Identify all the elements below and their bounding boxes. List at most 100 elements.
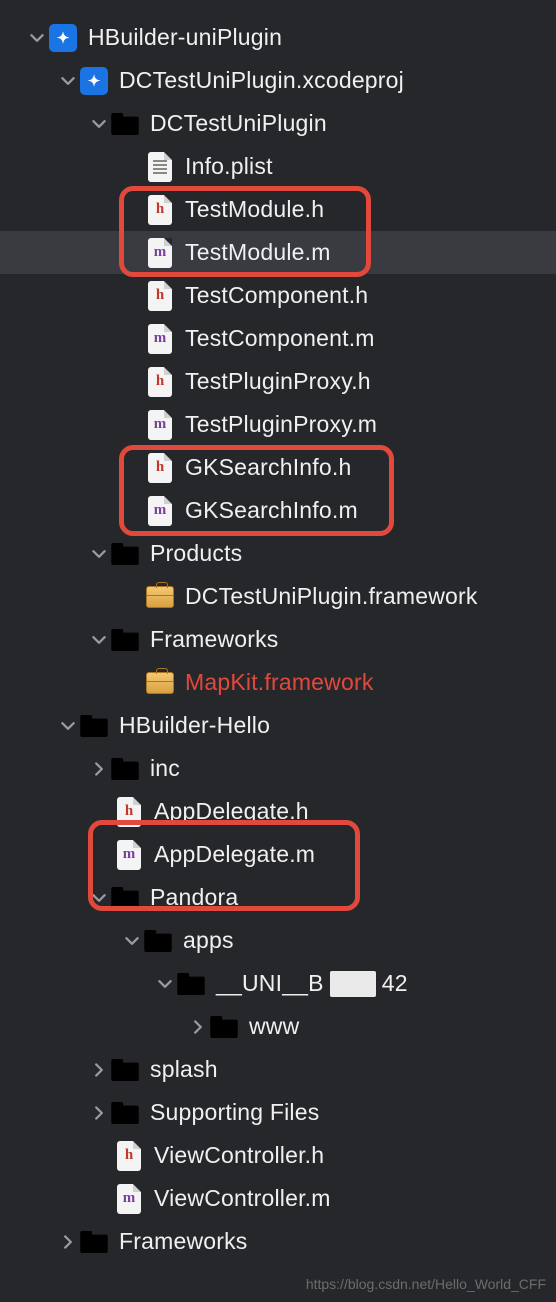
framework-icon — [145, 668, 175, 698]
tree-label: GKSearchInfo.m — [185, 497, 358, 524]
tree-label: MapKit.framework — [185, 669, 374, 696]
folder-icon — [209, 1012, 239, 1042]
tree-row-testcomponent-m[interactable]: m TestComponent.m — [0, 317, 556, 360]
folder-icon — [110, 625, 140, 655]
tree-row-pandora[interactable]: Pandora — [0, 876, 556, 919]
tree-label: AppDelegate.m — [154, 841, 315, 868]
redacted-block — [330, 971, 376, 997]
folder-icon — [110, 883, 140, 913]
tree-row-viewcontroller-h[interactable]: h ViewController.h — [0, 1134, 556, 1177]
tree-row-www[interactable]: www — [0, 1005, 556, 1048]
chevron-down-icon[interactable] — [88, 113, 110, 135]
folder-icon — [110, 539, 140, 569]
tree-label: TestModule.h — [185, 196, 324, 223]
tree-row-hbuilder-hello[interactable]: HBuilder-Hello — [0, 704, 556, 747]
tree-label: ViewController.m — [154, 1185, 331, 1212]
chevron-down-icon[interactable] — [88, 543, 110, 565]
header-file-icon: h — [145, 281, 175, 311]
tree-row-appdelegate-h[interactable]: h AppDelegate.h — [0, 790, 556, 833]
tree-row-splash[interactable]: splash — [0, 1048, 556, 1091]
tree-label: Frameworks — [119, 1228, 248, 1255]
impl-file-icon: m — [145, 324, 175, 354]
tree-label: TestComponent.h — [185, 282, 368, 309]
folder-icon — [143, 926, 173, 956]
tree-row-uni-app[interactable]: __UNI__B 42 — [0, 962, 556, 1005]
uni-prefix: __UNI__B — [216, 970, 324, 996]
tree-label: Info.plist — [185, 153, 273, 180]
tree-label: inc — [150, 755, 180, 782]
impl-file-icon: m — [145, 496, 175, 526]
folder-icon — [79, 711, 109, 741]
header-file-icon: h — [114, 1141, 144, 1171]
tree-label: DCTestUniPlugin — [150, 110, 327, 137]
chevron-right-icon[interactable] — [187, 1016, 209, 1038]
chevron-down-icon[interactable] — [154, 973, 176, 995]
chevron-right-icon[interactable] — [88, 758, 110, 780]
tree-label: Pandora — [150, 884, 238, 911]
tree-label: __UNI__B 42 — [216, 970, 408, 998]
tree-row-root[interactable]: ✦ HBuilder-uniPlugin — [0, 16, 556, 59]
chevron-right-icon[interactable] — [88, 1059, 110, 1081]
tree-label: GKSearchInfo.h — [185, 454, 351, 481]
tree-label: DCTestUniPlugin.framework — [185, 583, 478, 610]
app-icon: ✦ — [79, 66, 109, 96]
header-file-icon: h — [145, 453, 175, 483]
chevron-down-icon[interactable] — [88, 887, 110, 909]
folder-icon — [176, 969, 206, 999]
tree-row-testmodule-h[interactable]: h TestModule.h — [0, 188, 556, 231]
tree-label: Supporting Files — [150, 1099, 319, 1126]
chevron-down-icon[interactable] — [57, 715, 79, 737]
tree-row-mapkit-framework[interactable]: MapKit.framework — [0, 661, 556, 704]
tree-row-products[interactable]: Products — [0, 532, 556, 575]
watermark: https://blog.csdn.net/Hello_World_CFF — [306, 1276, 546, 1292]
tree-row-inc[interactable]: inc — [0, 747, 556, 790]
folder-icon — [79, 1227, 109, 1257]
tree-row-testcomponent-h[interactable]: h TestComponent.h — [0, 274, 556, 317]
chevron-down-icon[interactable] — [121, 930, 143, 952]
header-file-icon: h — [114, 797, 144, 827]
chevron-down-icon[interactable] — [57, 70, 79, 92]
chevron-right-icon[interactable] — [57, 1231, 79, 1253]
header-file-icon: h — [145, 195, 175, 225]
tree-label: AppDelegate.h — [154, 798, 309, 825]
file-tree: ✦ HBuilder-uniPlugin ✦ DCTestUniPlugin.x… — [0, 0, 556, 1263]
tree-row-plugin-folder[interactable]: DCTestUniPlugin — [0, 102, 556, 145]
tree-row-testpluginproxy-m[interactable]: m TestPluginProxy.m — [0, 403, 556, 446]
folder-icon — [110, 754, 140, 784]
uni-suffix: 42 — [382, 970, 408, 996]
tree-label: ViewController.h — [154, 1142, 324, 1169]
tree-row-viewcontroller-m[interactable]: m ViewController.m — [0, 1177, 556, 1220]
tree-label: Products — [150, 540, 242, 567]
tree-row-xcodeproj[interactable]: ✦ DCTestUniPlugin.xcodeproj — [0, 59, 556, 102]
chevron-down-icon[interactable] — [88, 629, 110, 651]
tree-label: HBuilder-Hello — [119, 712, 270, 739]
tree-row-frameworks-bottom[interactable]: Frameworks — [0, 1220, 556, 1263]
tree-label: www — [249, 1013, 299, 1040]
tree-row-gksearchinfo-h[interactable]: h GKSearchInfo.h — [0, 446, 556, 489]
tree-label: HBuilder-uniPlugin — [88, 24, 282, 51]
tree-row-gksearchinfo-m[interactable]: m GKSearchInfo.m — [0, 489, 556, 532]
tree-row-testmodule-m[interactable]: m TestModule.m — [0, 231, 556, 274]
tree-label: TestComponent.m — [185, 325, 375, 352]
folder-icon — [110, 1098, 140, 1128]
app-icon: ✦ — [48, 23, 78, 53]
chevron-right-icon[interactable] — [88, 1102, 110, 1124]
tree-row-plugin-framework[interactable]: DCTestUniPlugin.framework — [0, 575, 556, 618]
tree-row-apps[interactable]: apps — [0, 919, 556, 962]
impl-file-icon: m — [145, 410, 175, 440]
tree-label: TestModule.m — [185, 239, 331, 266]
tree-row-supporting-files[interactable]: Supporting Files — [0, 1091, 556, 1134]
tree-row-appdelegate-m[interactable]: m AppDelegate.m — [0, 833, 556, 876]
impl-file-icon: m — [114, 840, 144, 870]
tree-label: TestPluginProxy.h — [185, 368, 371, 395]
plist-file-icon — [145, 152, 175, 182]
impl-file-icon: m — [114, 1184, 144, 1214]
folder-icon — [110, 1055, 140, 1085]
tree-row-testpluginproxy-h[interactable]: h TestPluginProxy.h — [0, 360, 556, 403]
tree-label: apps — [183, 927, 234, 954]
tree-row-info-plist[interactable]: Info.plist — [0, 145, 556, 188]
tree-row-frameworks[interactable]: Frameworks — [0, 618, 556, 661]
folder-icon — [110, 109, 140, 139]
chevron-down-icon[interactable] — [26, 27, 48, 49]
framework-icon — [145, 582, 175, 612]
